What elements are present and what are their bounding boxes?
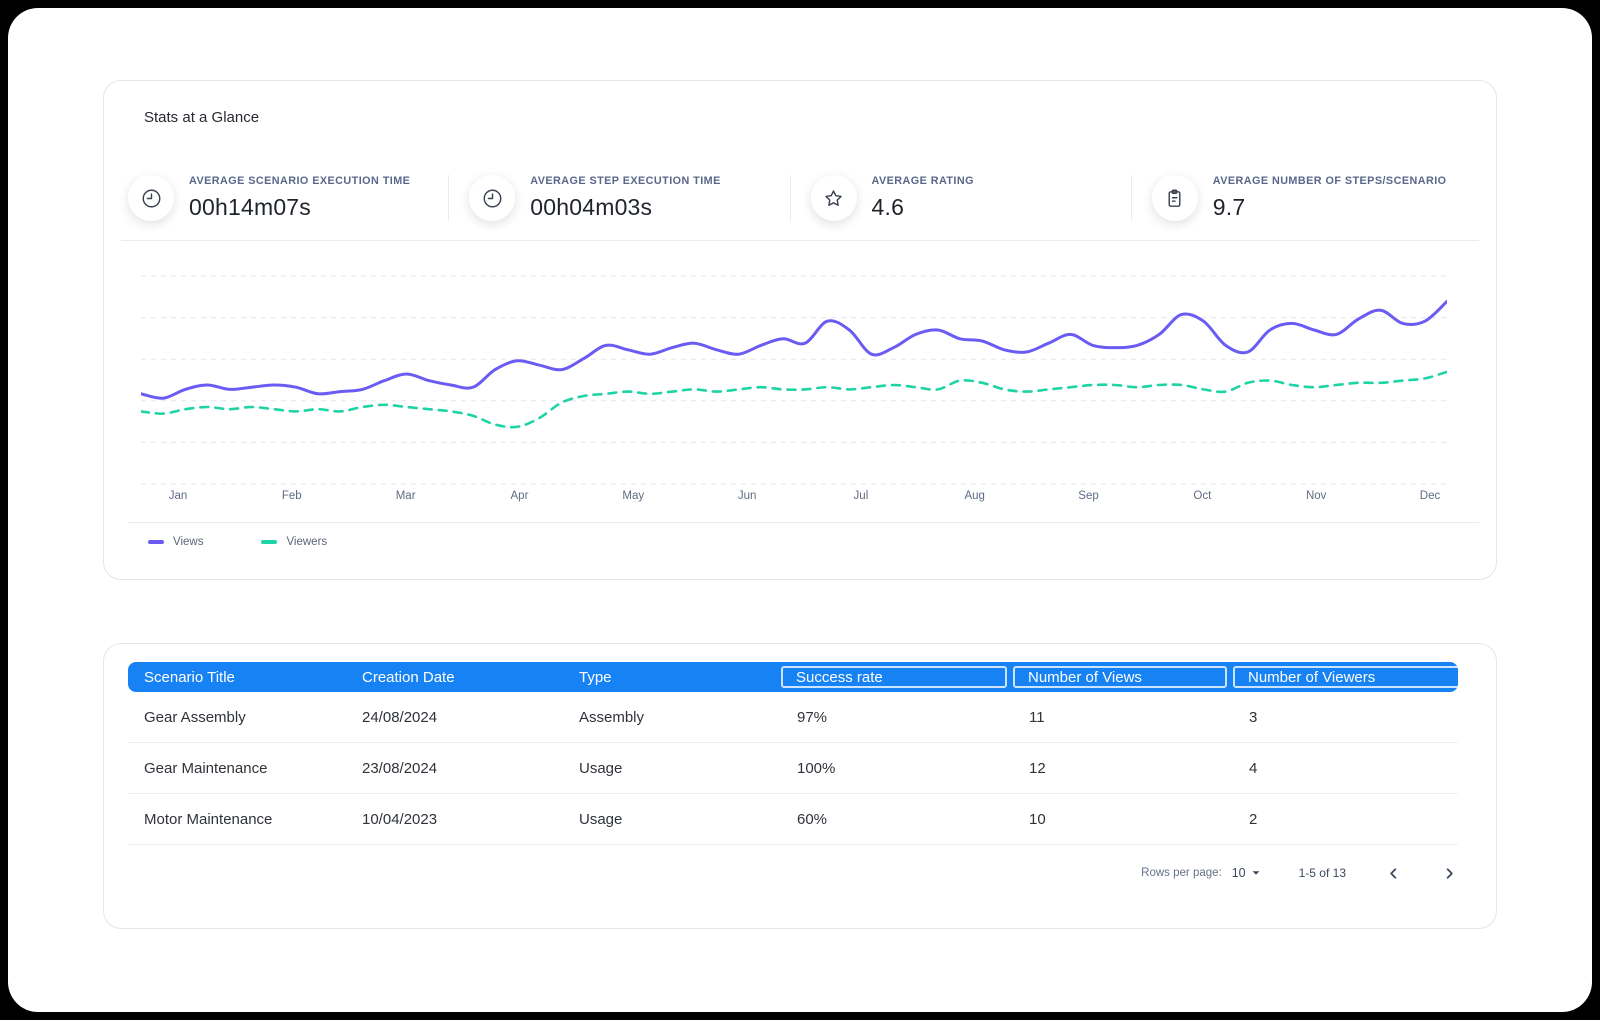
cell-type: Usage xyxy=(579,759,623,777)
scenario-table-card: Scenario Title Creation Date Type Succes… xyxy=(103,643,1497,929)
stats-chart-divider xyxy=(121,240,1479,241)
chevron-left-icon xyxy=(1389,867,1396,879)
cell-success-rate: 97% xyxy=(797,708,828,726)
cell-creation-date: 24/08/2024 xyxy=(362,708,438,726)
clipboard-icon xyxy=(1151,175,1198,221)
cell-scenario-title: Motor Maintenance xyxy=(144,810,273,828)
rows-per-page-select[interactable]: 10 xyxy=(1232,866,1261,880)
column-header-number-of-viewers[interactable]: Number of Viewers xyxy=(1233,662,1463,692)
cell-type: Assembly xyxy=(579,708,645,726)
caret-down-icon xyxy=(1252,871,1260,875)
cell-number-of-views: 11 xyxy=(1029,708,1045,726)
chart-month-label: Feb xyxy=(282,490,302,502)
cell-scenario-title: Gear Maintenance xyxy=(144,759,268,777)
stat-average-steps-per-scenario: AVERAGE NUMBER OF STEPS/SCENARIO 9.7 xyxy=(1130,175,1472,221)
previous-page-button[interactable] xyxy=(1384,864,1402,882)
chart-month-label: Jun xyxy=(738,490,757,502)
column-header-scenario-title[interactable]: Scenario Title xyxy=(128,669,346,686)
cell-success-rate: 100% xyxy=(797,759,836,777)
clock-icon xyxy=(469,175,516,221)
clock-icon xyxy=(128,175,174,221)
stat-value: 4.6 xyxy=(871,194,905,220)
chart-month-label: Dec xyxy=(1420,490,1441,502)
app-window: Stats at a Glance AVERAGE SCENARIO EXECU… xyxy=(8,8,1592,1012)
viewers-line xyxy=(141,370,1447,429)
stat-text: AVERAGE RATING 4.6 xyxy=(872,175,974,221)
chart-month-label: Sep xyxy=(1078,490,1098,502)
cell-success-rate: 60% xyxy=(797,810,828,828)
cell-creation-date: 10/04/2023 xyxy=(362,810,438,828)
cell-type: Usage xyxy=(579,810,623,828)
column-header-number-of-views[interactable]: Number of Views xyxy=(1013,662,1233,692)
chart-legend: Views Viewers xyxy=(148,536,1472,548)
column-highlight-box: Number of Viewers xyxy=(1233,666,1463,688)
stat-value: 00h14m07s xyxy=(189,194,311,220)
stat-label: AVERAGE RATING xyxy=(871,175,974,187)
line-chart: Jan Feb Mar Apr May Jun Jul Aug Sep Oct Nov Dec xyxy=(141,255,1472,507)
cell-creation-date: 23/08/2024 xyxy=(362,759,438,777)
chart-month-label: Nov xyxy=(1306,490,1327,502)
stat-label: AVERAGE SCENARIO EXECUTION TIME xyxy=(189,175,411,187)
views-series-swatch xyxy=(148,540,164,544)
star-icon xyxy=(810,175,857,221)
legend-label: Views xyxy=(173,536,204,548)
chart-month-label: Apr xyxy=(511,490,529,502)
column-header-type[interactable]: Type xyxy=(563,669,781,686)
cell-number-of-views: 10 xyxy=(1029,810,1046,828)
stats-card: Stats at a Glance AVERAGE SCENARIO EXECU… xyxy=(103,80,1497,580)
stat-value: 00h04m03s xyxy=(530,194,653,220)
stat-average-scenario-execution-time: AVERAGE SCENARIO EXECUTION TIME 00h14m07… xyxy=(128,175,448,221)
chart-month-label: Jan xyxy=(169,490,188,502)
chevron-right-icon xyxy=(1446,867,1453,879)
pagination-range-label: 1-5 of 13 xyxy=(1298,866,1346,880)
legend-label: Viewers xyxy=(286,536,328,548)
stat-label: AVERAGE STEP EXECUTION TIME xyxy=(530,175,721,187)
rows-per-page-label: Rows per page: xyxy=(1141,867,1222,879)
table-pagination: Rows per page: 10 1-5 of 13 xyxy=(128,858,1458,888)
chart-month-label: Mar xyxy=(396,490,416,502)
stats-card-title: Stats at a Glance xyxy=(144,109,260,126)
next-page-button[interactable] xyxy=(1440,864,1458,882)
chart-month-label: Oct xyxy=(1193,490,1212,502)
views-line xyxy=(141,299,1447,400)
table-row[interactable]: Gear Assembly 24/08/2024 Assembly 97% 11… xyxy=(128,692,1458,743)
stats-row: AVERAGE SCENARIO EXECUTION TIME 00h14m07… xyxy=(128,160,1472,236)
chart-legend-divider xyxy=(128,522,1479,523)
viewers-series-swatch xyxy=(261,540,278,544)
column-header-label: Success rate xyxy=(796,668,883,686)
stat-label: AVERAGE NUMBER OF STEPS/SCENARIO xyxy=(1212,175,1447,187)
stat-average-rating: AVERAGE RATING 4.6 xyxy=(789,175,1131,221)
cell-number-of-viewers: 4 xyxy=(1249,759,1258,777)
chart-month-label: Aug xyxy=(964,490,984,502)
legend-item-viewers[interactable]: Viewers xyxy=(261,536,327,548)
table-row[interactable]: Motor Maintenance 10/04/2023 Usage 60% 1… xyxy=(128,794,1458,845)
column-highlight-box: Success rate xyxy=(781,666,1007,688)
column-highlight-box: Number of Views xyxy=(1013,666,1227,688)
column-header-success-rate[interactable]: Success rate xyxy=(781,662,1013,692)
cell-number-of-views: 12 xyxy=(1029,759,1046,777)
cell-number-of-viewers: 3 xyxy=(1249,708,1258,726)
column-header-label: Number of Views xyxy=(1028,668,1142,686)
chart-month-label: Jul xyxy=(854,490,869,502)
stat-value: 9.7 xyxy=(1212,194,1246,220)
stat-average-step-execution-time: AVERAGE STEP EXECUTION TIME 00h04m03s xyxy=(448,175,789,221)
rows-per-page-value: 10 xyxy=(1231,866,1246,880)
table-row[interactable]: Gear Maintenance 23/08/2024 Usage 100% 1… xyxy=(128,743,1458,794)
cell-number-of-viewers: 2 xyxy=(1249,810,1258,828)
table-header-row: Scenario Title Creation Date Type Succes… xyxy=(128,662,1463,692)
stat-text: AVERAGE NUMBER OF STEPS/SCENARIO 9.7 xyxy=(1213,175,1447,221)
stat-text: AVERAGE SCENARIO EXECUTION TIME 00h14m07… xyxy=(189,175,410,221)
legend-item-views[interactable]: Views xyxy=(148,536,203,548)
chart-month-label: May xyxy=(622,490,644,502)
column-header-creation-date[interactable]: Creation Date xyxy=(346,669,563,686)
cell-scenario-title: Gear Assembly xyxy=(144,708,246,726)
stat-text: AVERAGE STEP EXECUTION TIME 00h04m03s xyxy=(530,175,721,221)
column-header-label: Number of Viewers xyxy=(1248,668,1376,686)
chart-canvas: Jan Feb Mar Apr May Jun Jul Aug Sep Oct Nov Dec xyxy=(141,275,1447,502)
